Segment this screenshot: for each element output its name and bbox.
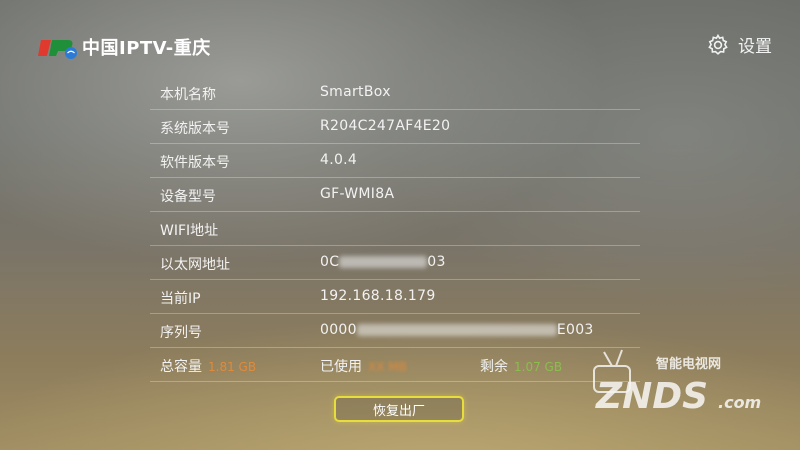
current-ip-label: 当前IP [160, 291, 201, 307]
storage-total-value: 1.81 GB [208, 360, 257, 374]
storage-total: 总容量 1.81 GB [160, 356, 256, 376]
row-wifi-address: WIFI地址 [150, 212, 640, 246]
current-ip-value: 192.168.18.179 [320, 288, 436, 304]
serial-number-label: 序列号 [160, 325, 202, 341]
ethernet-address-value: 0C 03 [320, 254, 446, 270]
serial-prefix: 0000 [320, 322, 357, 338]
iptv-logo: 中国IPTV-重庆 [38, 34, 211, 60]
settings-button[interactable]: 设置 [706, 32, 772, 57]
row-system-version: 系统版本号 R204C247AF4E20 [150, 110, 640, 144]
row-ethernet-address: 以太网地址 0C 03 [150, 246, 640, 280]
redacted-blur [339, 256, 428, 268]
row-device-model: 设备型号 GF-WMI8A [150, 178, 640, 212]
wifi-address-label: WIFI地址 [160, 223, 219, 239]
serial-suffix: E003 [556, 322, 594, 338]
watermark-line1: 智能电视网 [656, 356, 721, 372]
ethernet-address-label: 以太网地址 [160, 257, 230, 273]
iptv-logo-icon [38, 40, 77, 59]
device-name-value: SmartBox [320, 84, 391, 100]
device-info-table: 本机名称 SmartBox 系统版本号 R204C247AF4E20 软件版本号… [150, 76, 640, 382]
row-software-version: 软件版本号 4.0.4 [150, 144, 640, 178]
ethernet-suffix: 03 [427, 254, 446, 270]
factory-reset-button[interactable]: 恢复出厂 [334, 396, 464, 422]
storage-free: 剩余 1.07 GB [480, 356, 562, 376]
device-model-label: 设备型号 [160, 189, 216, 205]
watermark-line2: ZNDS [595, 376, 708, 417]
storage-free-label: 剩余 [480, 359, 508, 375]
storage-used-label: 已使用 [320, 359, 362, 375]
gear-icon [708, 33, 728, 55]
row-storage: 总容量 1.81 GB 已使用 XX MB 剩余 1.07 GB [150, 348, 640, 382]
system-version-value: R204C247AF4E20 [320, 118, 451, 134]
row-serial-number: 序列号 0000 E003 [150, 314, 640, 348]
storage-total-label: 总容量 [160, 359, 202, 375]
storage-used-value: XX MB [368, 360, 407, 374]
watermark-line3: .com [718, 393, 761, 412]
row-current-ip: 当前IP 192.168.18.179 [150, 280, 640, 314]
device-model-value: GF-WMI8A [320, 186, 395, 202]
system-version-label: 系统版本号 [160, 121, 230, 137]
software-version-label: 软件版本号 [160, 155, 230, 171]
logo-text: 中国IPTV-重庆 [82, 38, 211, 59]
storage-free-value: 1.07 GB [514, 360, 563, 374]
row-device-name: 本机名称 SmartBox [150, 76, 640, 110]
software-version-value: 4.0.4 [320, 152, 358, 168]
ethernet-prefix: 0C [320, 254, 340, 270]
serial-number-value: 0000 E003 [320, 322, 594, 338]
device-name-label: 本机名称 [160, 87, 216, 103]
storage-used: 已使用 XX MB [320, 356, 407, 376]
redacted-blur [356, 324, 557, 336]
settings-label: 设置 [738, 37, 772, 57]
znds-watermark: 智能电视网 ZNDS .com [593, 349, 761, 417]
